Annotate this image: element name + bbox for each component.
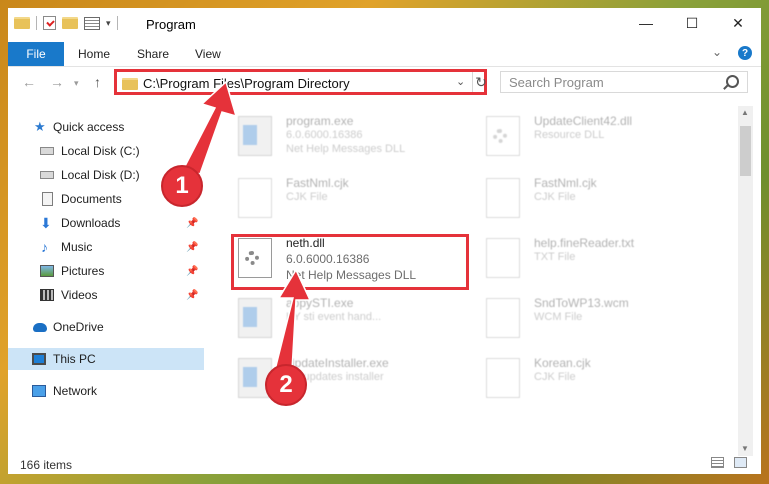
callout-arrows: [181, 80, 312, 371]
callout-badge-1: 1: [161, 165, 203, 207]
arrow-to-address-bar: [181, 80, 238, 175]
arrow-to-neth-dll: [274, 268, 312, 371]
callout-badge-2: 2: [265, 364, 307, 406]
